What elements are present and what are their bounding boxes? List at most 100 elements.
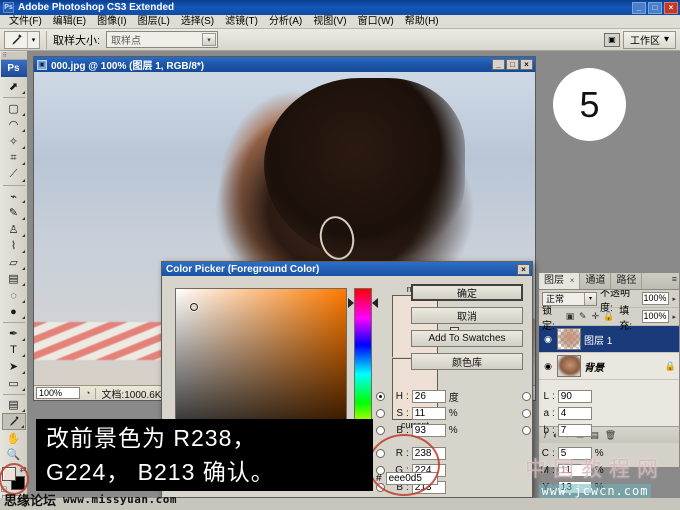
document-minimize-button[interactable]: _ xyxy=(492,59,505,70)
radio-red[interactable] xyxy=(376,449,385,458)
menu-analysis[interactable]: 分析(A) xyxy=(264,15,307,28)
fill-spinner-icon[interactable]: ▸ xyxy=(672,313,676,321)
ok-button[interactable]: 确定 xyxy=(411,284,523,301)
menu-window[interactable]: 窗口(W) xyxy=(353,15,399,28)
type-tool[interactable]: T xyxy=(2,342,26,359)
menu-layer[interactable]: 图层(L) xyxy=(133,15,175,28)
swap-colors-icon[interactable]: ⇄ xyxy=(20,465,27,474)
opacity-spinner-icon[interactable]: ▸ xyxy=(672,295,676,303)
eye-icon[interactable]: ◉ xyxy=(542,334,554,345)
menu-image[interactable]: 图像(I) xyxy=(92,15,131,28)
maximize-button[interactable]: □ xyxy=(648,2,662,14)
history-brush-tool[interactable]: ⌇ xyxy=(2,238,26,255)
chevron-down-icon[interactable]: ▾ xyxy=(202,33,216,46)
panel-menu-icon[interactable]: ≡ xyxy=(672,274,677,284)
tab-channels[interactable]: 通道 xyxy=(580,273,611,289)
input-lab-b[interactable]: 7 xyxy=(558,424,592,437)
lock-position-icon[interactable]: ✛ xyxy=(591,311,601,322)
menu-help[interactable]: 帮助(H) xyxy=(400,15,444,28)
toolbox-grip[interactable]: ⠿ xyxy=(1,52,27,60)
lock-label: 锁定: xyxy=(542,302,562,332)
menu-edit[interactable]: 编辑(E) xyxy=(48,15,91,28)
fill-input[interactable]: 100% xyxy=(642,310,669,323)
healing-brush-tool[interactable]: ⌁ xyxy=(2,188,26,205)
magic-wand-tool[interactable]: ✧ xyxy=(2,133,26,150)
input-lightness[interactable]: 90 xyxy=(558,390,592,403)
bridge-icon[interactable]: ▣ xyxy=(604,33,620,47)
minimize-button[interactable]: _ xyxy=(632,2,646,14)
path-selection-tool[interactable]: ➤ xyxy=(2,358,26,375)
radio-brightness[interactable] xyxy=(376,426,385,435)
input-hex[interactable]: eee0d5 xyxy=(386,472,438,485)
input-hue[interactable]: 26 xyxy=(412,390,446,403)
label-lightness: L xyxy=(534,391,549,402)
close-button[interactable]: × xyxy=(664,2,678,14)
menu-file[interactable]: 文件(F) xyxy=(4,15,47,28)
eye-icon[interactable]: ◉ xyxy=(542,361,554,372)
zoom-tool[interactable]: 🔍 xyxy=(2,446,26,463)
color-swatches: ⇄ ◱ xyxy=(1,466,27,491)
sample-size-select[interactable]: 取样点 ▾ xyxy=(106,31,218,48)
lock-icon: 🔒 xyxy=(665,361,676,372)
foreground-color-swatch[interactable] xyxy=(2,467,16,481)
current-tool-well[interactable]: ▾ xyxy=(4,31,40,49)
radio-lab-a[interactable] xyxy=(522,409,531,418)
pen-tool[interactable]: ✒ xyxy=(2,325,26,342)
zoom-level-input[interactable]: 100% xyxy=(36,387,80,399)
lock-transparent-pixels-icon[interactable]: ▣ xyxy=(565,311,575,322)
menu-filter[interactable]: 滤镜(T) xyxy=(220,15,263,28)
close-icon[interactable]: × xyxy=(570,276,575,285)
slice-tool[interactable]: ⟋ xyxy=(2,166,26,183)
tab-layers-label: 图层 xyxy=(544,275,564,286)
chevron-down-icon[interactable]: ▾ xyxy=(584,293,596,305)
document-restore-button[interactable]: □ xyxy=(506,59,519,70)
gradient-tool[interactable]: ▤ xyxy=(2,271,26,288)
add-to-swatches-button[interactable]: Add To Swatches xyxy=(411,330,523,347)
radio-lightness[interactable] xyxy=(522,392,531,401)
dodge-tool[interactable]: ● xyxy=(2,304,26,321)
radio-hue[interactable] xyxy=(376,392,385,401)
lasso-tool[interactable]: ◠ xyxy=(2,117,26,134)
document-titlebar[interactable]: ▣ 000.jpg @ 100% (图层 1, RGB/8*) _ □ × xyxy=(34,57,535,72)
blur-tool[interactable]: ◌ xyxy=(2,287,26,304)
input-red[interactable]: 238 xyxy=(412,447,446,460)
brush-tool[interactable]: ✎ xyxy=(2,204,26,221)
color-libraries-button[interactable]: 颜色库 xyxy=(411,353,523,370)
marquee-tool[interactable]: ▢ xyxy=(2,100,26,117)
notes-tool[interactable]: ▤ xyxy=(2,397,26,414)
radio-lab-b[interactable] xyxy=(522,426,531,435)
blend-mode-select[interactable]: 正常 ▾ xyxy=(542,292,597,306)
lock-image-pixels-icon[interactable]: ✎ xyxy=(578,311,588,322)
input-lab-a[interactable]: 4 xyxy=(558,407,592,420)
status-arrow-icon[interactable]: ◔ xyxy=(85,388,90,398)
radio-saturation[interactable] xyxy=(376,409,385,418)
cancel-button[interactable]: 取消 xyxy=(411,307,523,324)
lock-all-icon[interactable]: 🔒 xyxy=(603,311,614,322)
document-close-button[interactable]: × xyxy=(520,59,533,70)
input-brightness[interactable]: 93 xyxy=(412,424,446,437)
tab-paths[interactable]: 路径 xyxy=(611,273,642,289)
input-saturation[interactable]: 11 xyxy=(412,407,446,420)
photoshop-window: Ps Adobe Photoshop CS3 Extended _ □ × 文件… xyxy=(0,0,680,510)
clone-stamp-tool[interactable]: ♙ xyxy=(2,221,26,238)
layer-row-background[interactable]: ◉ 背景 🔒 xyxy=(539,353,679,380)
document-icon: ▣ xyxy=(37,60,47,70)
crop-tool[interactable]: ⌗ xyxy=(2,150,26,167)
color-picker-titlebar[interactable]: Color Picker (Foreground Color) × xyxy=(162,262,532,276)
tool-preset-caret-icon[interactable]: ▾ xyxy=(28,32,39,48)
workspace-button[interactable]: 工作区 ▾ xyxy=(623,31,676,49)
field-lab-a: a : 4 xyxy=(522,405,672,422)
menu-view[interactable]: 视图(V) xyxy=(308,15,351,28)
menu-select[interactable]: 选择(S) xyxy=(176,15,219,28)
tab-layers[interactable]: 图层 × xyxy=(539,273,580,289)
opacity-input[interactable]: 100% xyxy=(642,292,670,305)
eyedropper-tool[interactable] xyxy=(2,413,26,430)
hand-tool[interactable]: ✋ xyxy=(2,430,26,447)
field-saturation: S : 11 % xyxy=(376,405,526,422)
eraser-tool[interactable]: ▱ xyxy=(2,254,26,271)
move-tool[interactable]: ⬈ xyxy=(2,79,26,96)
layer-row-layer1[interactable]: ◉ 图层 1 xyxy=(539,326,679,353)
shape-tool[interactable]: ▭ xyxy=(2,375,26,392)
color-field-marker[interactable] xyxy=(190,303,198,311)
close-icon[interactable]: × xyxy=(517,264,530,275)
